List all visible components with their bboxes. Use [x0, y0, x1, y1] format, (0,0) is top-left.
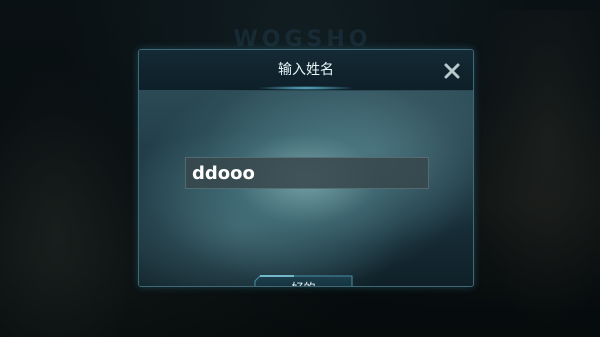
game-screen: WOGSHO 输入姓名 ddooo [0, 0, 600, 337]
dialog-body: 好的 [139, 91, 473, 286]
name-input[interactable] [185, 157, 429, 189]
dialog-header: 输入姓名 [139, 50, 473, 91]
confirm-button-label: 好的 [254, 275, 353, 286]
close-icon [444, 63, 460, 79]
header-glow [256, 86, 356, 90]
name-input-dialog: 输入姓名 ddooo [138, 49, 474, 287]
confirm-button[interactable]: 好的 [254, 275, 353, 286]
dialog-title: 输入姓名 [278, 62, 334, 78]
close-button[interactable] [442, 61, 462, 81]
